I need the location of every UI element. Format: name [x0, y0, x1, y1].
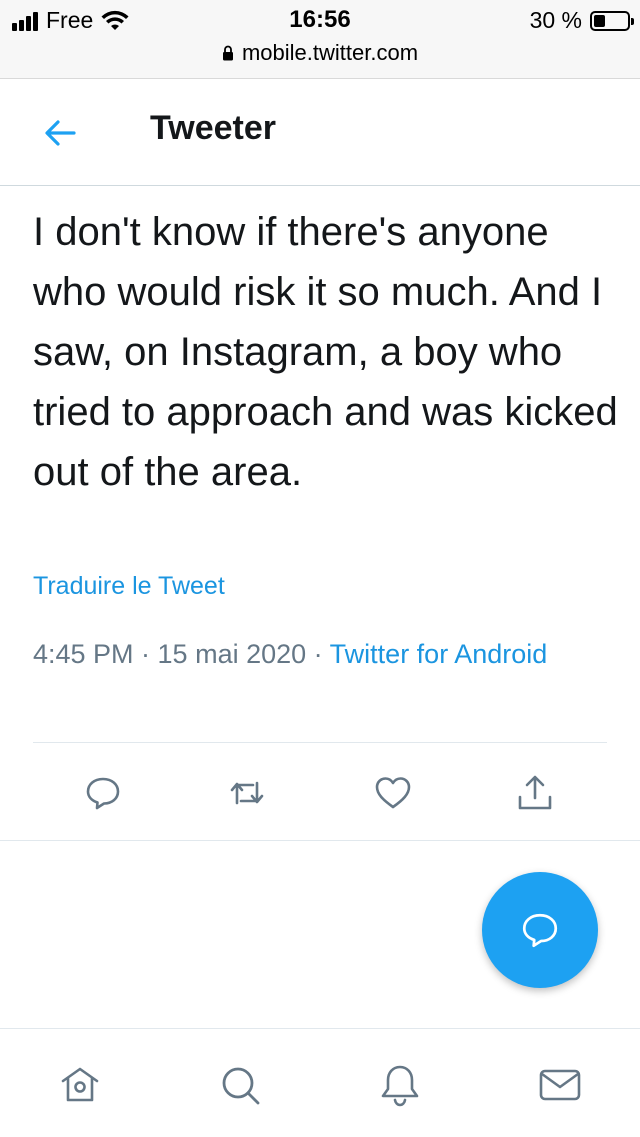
- nav-notifications[interactable]: [372, 1057, 428, 1113]
- compose-reply-button[interactable]: [482, 872, 598, 988]
- tweet-source-link[interactable]: Twitter for Android: [330, 639, 548, 669]
- page-title: Tweeter: [150, 109, 276, 147]
- page-header: Tweeter: [0, 79, 640, 186]
- home-icon: [61, 1067, 99, 1102]
- share-button[interactable]: [510, 768, 560, 818]
- retweet-icon: [230, 781, 264, 805]
- messages-icon: [539, 1069, 581, 1101]
- bottom-navigation: [0, 1028, 640, 1137]
- tweet-timestamp: 4:45 PM · 15 mai 2020 ·: [33, 639, 330, 669]
- share-icon: [518, 775, 552, 810]
- like-icon: [375, 777, 411, 809]
- address-bar[interactable]: mobile.twitter.com: [0, 40, 640, 66]
- reply-icon: [86, 777, 120, 810]
- battery-percent: 30 %: [529, 7, 582, 33]
- search-icon: [222, 1067, 260, 1105]
- nav-home[interactable]: [52, 1057, 108, 1113]
- divider: [0, 840, 640, 841]
- translate-tweet-link[interactable]: Traduire le Tweet: [33, 572, 225, 601]
- arrow-left-icon: [45, 120, 76, 146]
- retweet-button[interactable]: [222, 768, 272, 818]
- lock-icon: [222, 45, 233, 61]
- compose-reply-icon: [522, 913, 558, 948]
- back-button[interactable]: [40, 113, 80, 153]
- status-right: 30 %: [529, 7, 634, 34]
- like-button[interactable]: [368, 768, 418, 818]
- tweet-actions: [0, 768, 640, 820]
- browser-status-bar: Free 16:56 30 % mobile.twitter.com: [0, 0, 640, 79]
- url-text: mobile.twitter.com: [241, 40, 419, 65]
- tweet-text: I don't know if there's anyone who would…: [33, 210, 618, 494]
- notifications-icon: [381, 1065, 419, 1107]
- nav-search[interactable]: [212, 1057, 268, 1113]
- divider: [33, 742, 607, 743]
- reply-button[interactable]: [78, 768, 128, 818]
- nav-messages[interactable]: [532, 1057, 588, 1113]
- tweet-meta: 4:45 PM · 15 mai 2020 · Twitter for Andr…: [33, 636, 593, 673]
- battery-icon: [590, 10, 634, 31]
